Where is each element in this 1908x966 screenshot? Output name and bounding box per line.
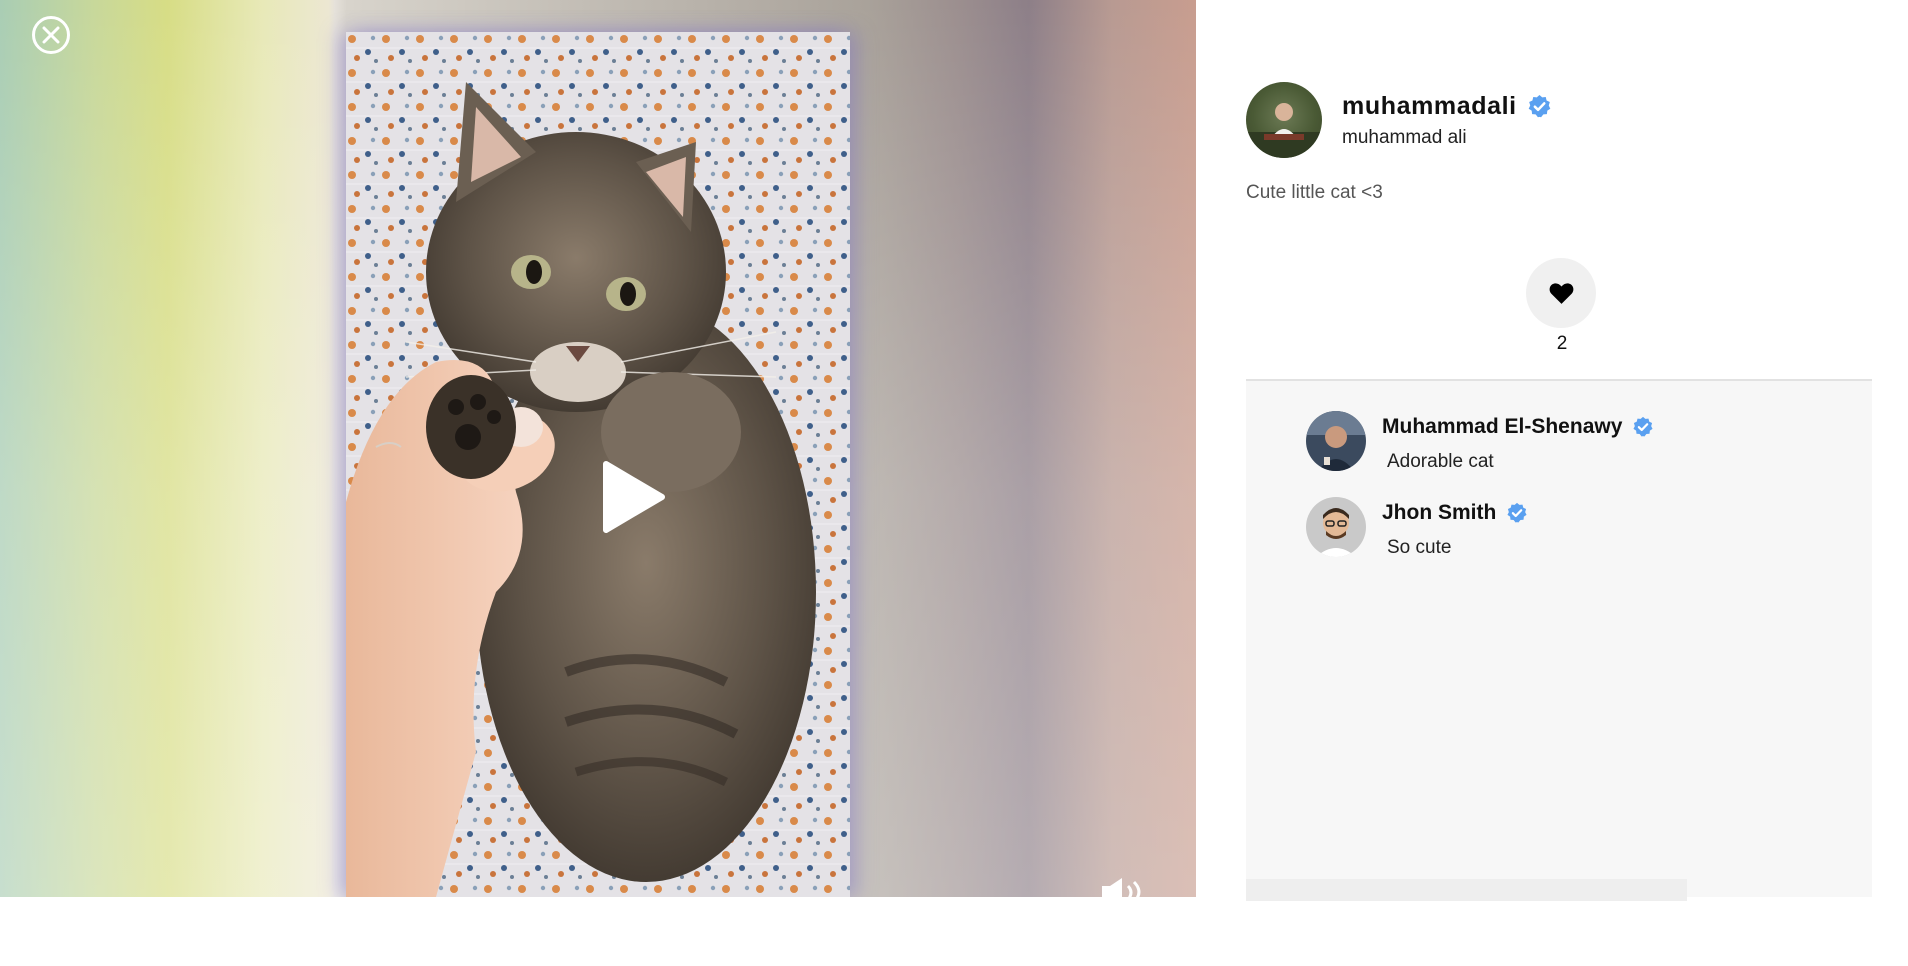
post-author: muhammadali muhammad ali bbox=[1246, 82, 1552, 158]
avatar[interactable] bbox=[1246, 82, 1322, 158]
comment-text: Adorable cat bbox=[1387, 451, 1494, 472]
list-item: Jhon Smith So cute bbox=[1306, 497, 1528, 559]
commenter-avatar-image bbox=[1306, 411, 1366, 471]
post-caption: Cute little cat <3 bbox=[1246, 182, 1383, 203]
verified-badge-icon bbox=[1507, 502, 1527, 523]
comment-input[interactable] bbox=[1246, 879, 1687, 901]
like-button[interactable] bbox=[1526, 258, 1596, 328]
list-item: Muhammad El-Shenawy Adorable cat bbox=[1306, 411, 1654, 473]
like-count: 2 bbox=[1556, 333, 1568, 354]
avatar[interactable] bbox=[1306, 497, 1366, 557]
media-viewer bbox=[0, 0, 1196, 897]
avatar[interactable] bbox=[1306, 411, 1366, 471]
comment-text: So cute bbox=[1387, 537, 1452, 558]
author-avatar-image bbox=[1246, 103, 1322, 158]
close-button[interactable] bbox=[32, 16, 70, 54]
post-details-panel: muhammadali muhammad ali Cute little cat… bbox=[1196, 0, 1908, 966]
close-icon bbox=[42, 26, 60, 44]
commenter-avatar-image bbox=[1306, 497, 1366, 557]
author-full-name: muhammad ali bbox=[1342, 126, 1467, 148]
volume-icon[interactable] bbox=[1100, 876, 1146, 897]
verified-badge-icon bbox=[1633, 416, 1653, 437]
video-thumbnail bbox=[346, 32, 850, 897]
play-icon[interactable] bbox=[600, 460, 666, 534]
author-username[interactable]: muhammadali bbox=[1342, 92, 1517, 121]
verified-badge-icon bbox=[1528, 94, 1551, 117]
likes-section: 2 bbox=[1526, 258, 1598, 355]
comment-author[interactable]: Muhammad El-Shenawy bbox=[1382, 415, 1622, 439]
comments-section: Muhammad El-Shenawy Adorable cat Jhon Sm… bbox=[1246, 379, 1872, 901]
video-player[interactable] bbox=[346, 32, 850, 897]
heart-icon bbox=[1549, 283, 1573, 304]
comment-author[interactable]: Jhon Smith bbox=[1382, 501, 1496, 525]
